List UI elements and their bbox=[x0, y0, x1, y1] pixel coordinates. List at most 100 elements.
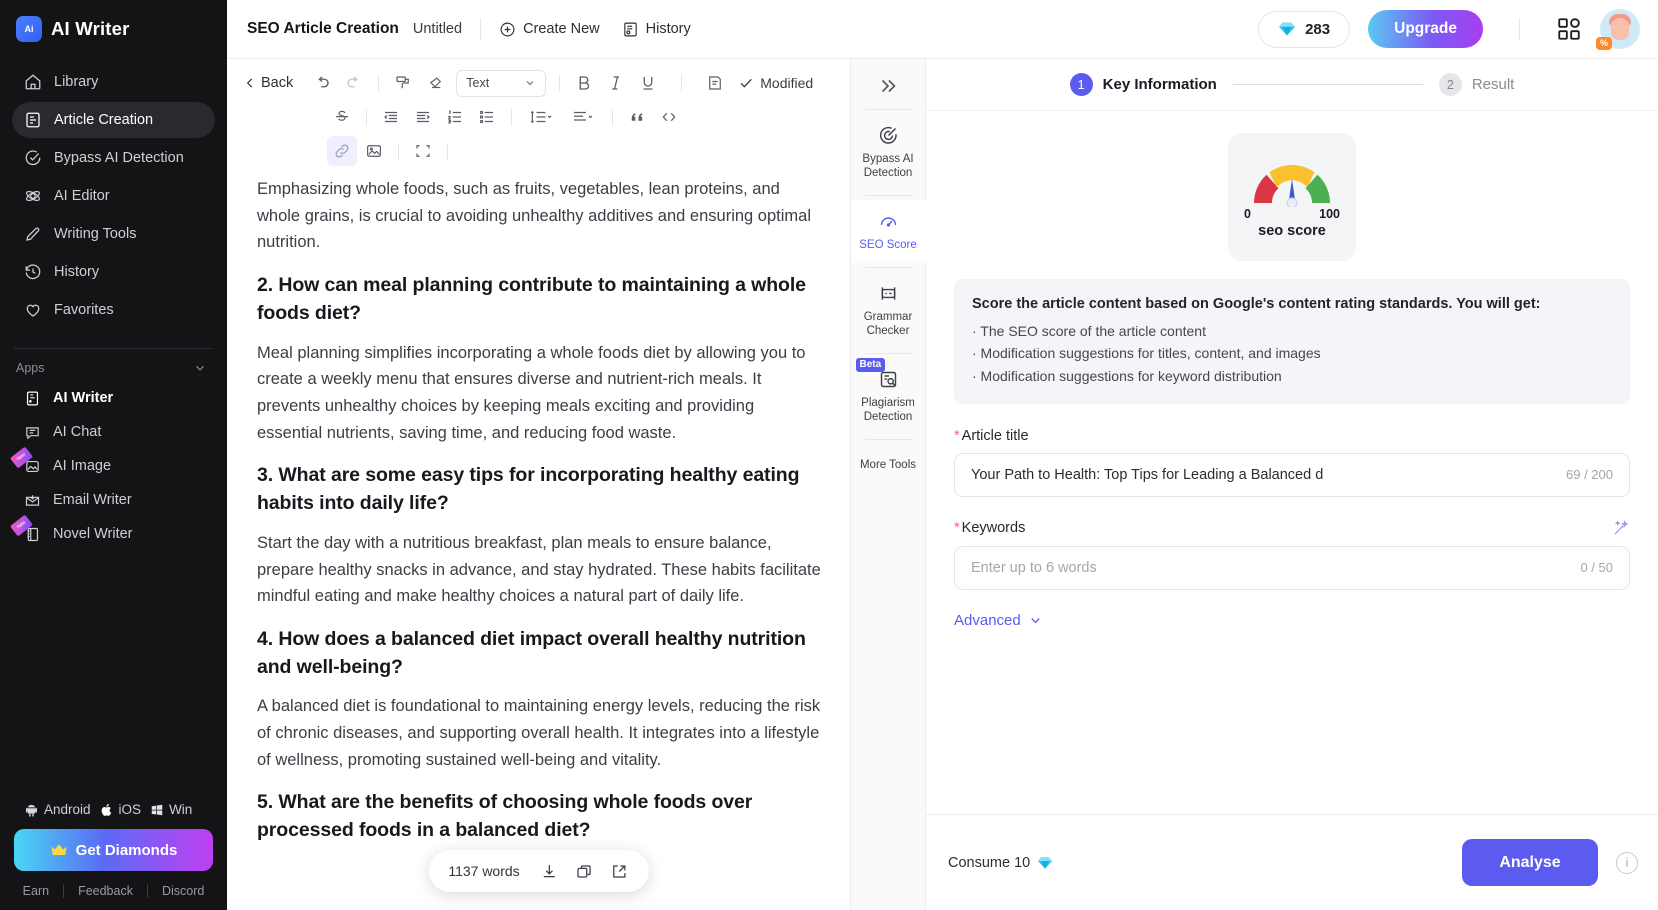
upgrade-button[interactable]: Upgrade bbox=[1368, 10, 1483, 48]
apps-grid-icon[interactable] bbox=[1556, 16, 1582, 42]
magic-wand-icon[interactable] bbox=[1612, 519, 1630, 537]
tool-bypass-ai-detection[interactable]: Bypass AI Detection bbox=[851, 114, 926, 191]
get-diamonds-button[interactable]: Get Diamonds bbox=[14, 829, 213, 871]
history-label: History bbox=[645, 21, 691, 37]
analyse-button[interactable]: Analyse bbox=[1462, 839, 1598, 886]
keywords-input[interactable]: Enter up to 6 words 0 / 50 bbox=[954, 545, 1630, 590]
editor-toolbar-row-2 bbox=[239, 100, 840, 134]
info-bullet: · The SEO score of the article content bbox=[972, 322, 1206, 339]
tool-divider bbox=[864, 353, 912, 355]
editor-toolbar: Back Text Modified bbox=[227, 59, 850, 174]
sidebar-item-article-creation[interactable]: Article Creation bbox=[12, 102, 215, 138]
chevron-down-icon[interactable] bbox=[193, 361, 207, 375]
info-icon[interactable]: i bbox=[1616, 851, 1638, 874]
required-marker: * bbox=[954, 427, 960, 444]
article-title-label: * Article title bbox=[954, 428, 1630, 444]
gauge-icon bbox=[878, 211, 899, 232]
download-icon[interactable] bbox=[540, 862, 559, 881]
document-content[interactable]: Emphasizing whole foods, such as fruits,… bbox=[227, 174, 850, 910]
step-key-information[interactable]: 1 Key Information bbox=[1069, 73, 1217, 96]
code-button[interactable] bbox=[654, 102, 684, 132]
sidebar-item-history[interactable]: History bbox=[12, 254, 215, 290]
paragraph: A balanced diet is foundational to maint… bbox=[257, 697, 821, 769]
copy-icon[interactable] bbox=[575, 862, 594, 881]
tool-more-tools[interactable]: More Tools bbox=[851, 444, 926, 483]
quote-button[interactable] bbox=[622, 102, 652, 132]
info-bullet: · Modification suggestions for keyword d… bbox=[972, 368, 1282, 385]
word-count-toolbar: 1137 words bbox=[428, 850, 649, 892]
platform-ios[interactable]: iOS bbox=[100, 802, 141, 817]
save-button[interactable] bbox=[700, 68, 730, 98]
stepper-connector bbox=[1232, 84, 1423, 85]
insert-image-button[interactable] bbox=[359, 136, 389, 166]
app-item-email-writer[interactable]: Email Writer bbox=[0, 483, 227, 517]
app-item-novel-writer[interactable]: New Novel Writer bbox=[0, 514, 227, 551]
diamond-icon bbox=[1037, 856, 1053, 870]
italic-button[interactable] bbox=[601, 68, 631, 98]
bold-button[interactable] bbox=[569, 68, 599, 98]
advanced-toggle[interactable]: Advanced bbox=[954, 612, 1630, 629]
format-paint-button[interactable] bbox=[388, 68, 418, 98]
link-earn[interactable]: Earn bbox=[9, 884, 63, 898]
platform-android[interactable]: Android bbox=[24, 802, 91, 817]
sidebar-item-favorites[interactable]: Favorites bbox=[12, 292, 215, 328]
brand[interactable]: Ai AI Writer bbox=[0, 0, 227, 56]
tool-divider bbox=[864, 267, 912, 269]
seo-score-gauge-card: 0 100 seo score bbox=[1228, 133, 1356, 261]
label-text: Article title bbox=[961, 427, 1029, 444]
open-external-icon[interactable] bbox=[610, 862, 629, 881]
sidebar-item-writing-tools[interactable]: Writing Tools bbox=[12, 216, 215, 252]
gauge-max: 100 bbox=[1319, 207, 1340, 221]
article-title-input[interactable]: Your Path to Health: Top Tips for Leadin… bbox=[954, 452, 1630, 497]
document-name[interactable]: Untitled bbox=[413, 21, 462, 37]
align-button[interactable] bbox=[563, 102, 603, 132]
avatar-face bbox=[1611, 18, 1629, 40]
platform-win[interactable]: Win bbox=[150, 802, 192, 817]
tool-seo-score[interactable]: SEO Score bbox=[850, 200, 926, 264]
link-discord[interactable]: Discord bbox=[146, 884, 218, 898]
app-item-ai-image[interactable]: New AI Image bbox=[0, 446, 227, 483]
collapse-panel-button[interactable] bbox=[868, 67, 908, 105]
indent-increase-button[interactable] bbox=[408, 102, 438, 132]
line-height-button[interactable] bbox=[521, 102, 561, 132]
step-result[interactable]: 2 Result bbox=[1438, 73, 1514, 96]
create-new-button[interactable]: Create New bbox=[499, 21, 600, 38]
strikethrough-button[interactable] bbox=[327, 102, 357, 132]
step-label: Key Information bbox=[1102, 76, 1217, 93]
toolbar-divider bbox=[366, 108, 367, 126]
sidebar-item-library[interactable]: Library bbox=[12, 64, 215, 100]
bullet-list-button[interactable] bbox=[472, 102, 502, 132]
credits-button[interactable]: 283 bbox=[1258, 10, 1351, 48]
step-number: 1 bbox=[1069, 73, 1093, 96]
tool-plagiarism-detection[interactable]: Beta Plagiarism Detection bbox=[851, 358, 926, 435]
indent-decrease-button[interactable] bbox=[376, 102, 406, 132]
history-button[interactable]: History bbox=[622, 21, 691, 38]
sidebar-item-bypass-ai-detection[interactable]: Bypass AI Detection bbox=[12, 140, 215, 176]
app-item-ai-writer[interactable]: AI Writer bbox=[0, 381, 227, 415]
status-badge[interactable]: Modified bbox=[738, 75, 813, 91]
link-button[interactable] bbox=[327, 136, 357, 166]
fullscreen-button[interactable] bbox=[408, 136, 438, 166]
app-item-label: AI Writer bbox=[53, 390, 114, 406]
clear-format-button[interactable] bbox=[420, 68, 450, 98]
atom-icon bbox=[24, 187, 42, 205]
workspace: Back Text Modified Emphasizing whole foo… bbox=[227, 59, 1658, 910]
top-bar: SEO Article Creation Untitled Create New… bbox=[227, 0, 1658, 59]
sidebar-item-ai-editor[interactable]: AI Editor bbox=[12, 178, 215, 214]
advanced-label: Advanced bbox=[954, 611, 1021, 629]
undo-button[interactable] bbox=[307, 68, 337, 98]
avatar[interactable]: % bbox=[1596, 9, 1640, 50]
right-panel: 1 Key Information 2 Result 0 100 seo sco… bbox=[926, 59, 1658, 910]
brand-logo-icon: Ai bbox=[16, 16, 42, 42]
text-style-select[interactable]: Text bbox=[456, 69, 547, 97]
redo-button[interactable] bbox=[339, 68, 369, 98]
back-button[interactable]: Back bbox=[239, 75, 305, 91]
underline-button[interactable] bbox=[633, 68, 663, 98]
topbar-divider bbox=[480, 18, 482, 40]
link-feedback[interactable]: Feedback bbox=[63, 884, 147, 898]
left-sidebar: Ai AI Writer Library Article Creation By… bbox=[0, 0, 227, 910]
ordered-list-button[interactable] bbox=[440, 102, 470, 132]
tool-grammar-checker[interactable]: Grammar Checker bbox=[851, 272, 926, 349]
app-item-ai-chat[interactable]: AI Chat bbox=[0, 415, 227, 449]
apps-section-header[interactable]: Apps bbox=[0, 349, 227, 381]
